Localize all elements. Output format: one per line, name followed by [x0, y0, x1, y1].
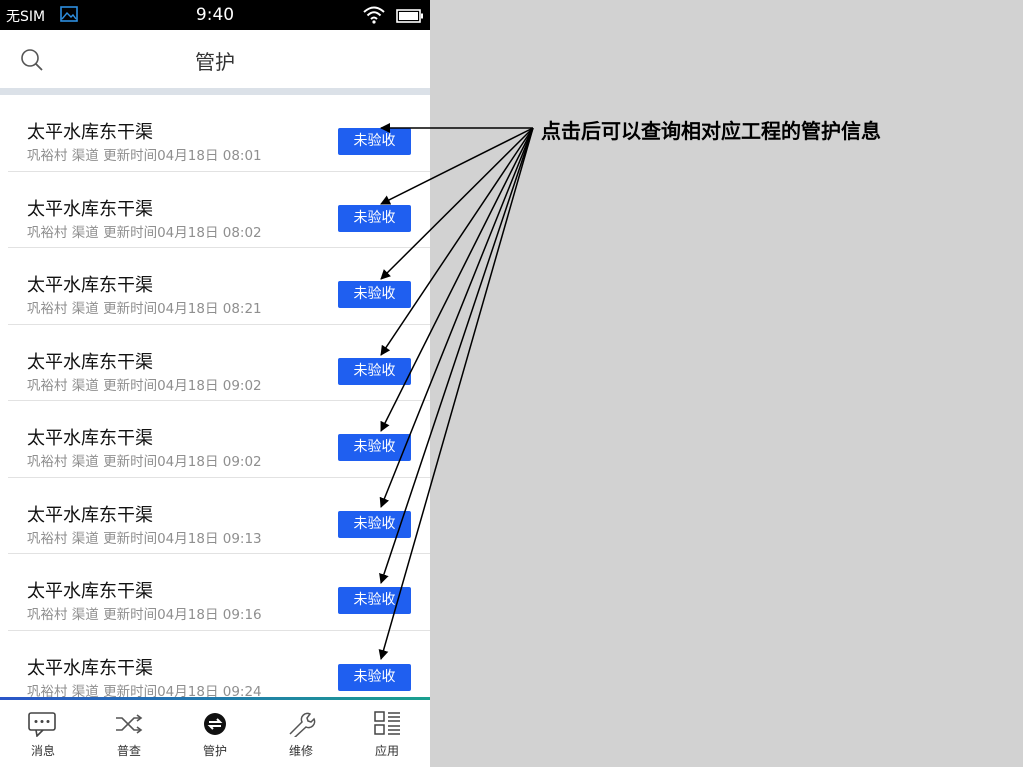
annotation-arrows [378, 123, 534, 660]
arrow-line [379, 127, 534, 584]
arrow-line [380, 127, 534, 205]
arrow-line [380, 127, 534, 432]
arrow-line [380, 127, 534, 280]
arrow-line [380, 127, 534, 356]
arrow-line [378, 127, 534, 660]
arrow-line [379, 127, 534, 508]
